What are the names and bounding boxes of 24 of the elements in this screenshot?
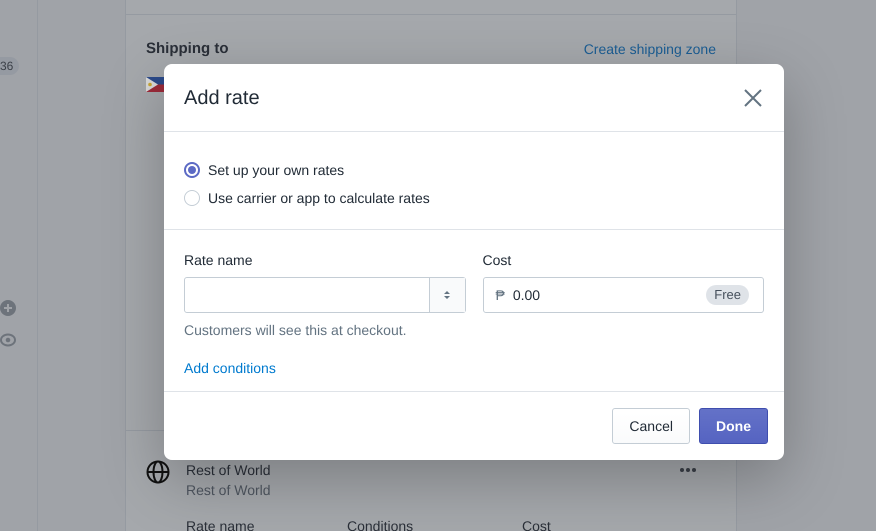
radio-option[interactable]: Set up your own rates — [184, 156, 764, 184]
close-icon[interactable] — [742, 86, 764, 108]
zone-subtitle: Rest of World — [186, 481, 272, 500]
cost-field[interactable]: ₱ 0.00 Free — [482, 277, 764, 313]
rate-name-field[interactable] — [184, 277, 466, 313]
field-label: Rate name — [184, 251, 254, 270]
sort-icon[interactable] — [443, 289, 451, 301]
section-title: Shipping to — [146, 39, 228, 59]
field-label: Cost — [482, 251, 512, 270]
more-icon[interactable] — [680, 468, 696, 472]
dialog-title: Add rate — [184, 86, 260, 110]
currency-symbol: ₱ — [496, 286, 505, 304]
free-tag: Free — [706, 285, 749, 305]
help-text: Customers will see this at checkout. — [184, 321, 408, 340]
column-header: Rate name — [186, 517, 256, 531]
column-header: Cost — [522, 517, 552, 531]
globe-icon — [146, 460, 170, 484]
zone-name: Rest of World — [186, 461, 272, 480]
done-button[interactable]: Done — [699, 408, 768, 444]
count-badge: 36 — [0, 57, 20, 75]
add-conditions-link[interactable]: Add conditions — [184, 358, 276, 379]
column-header: Conditions — [347, 517, 414, 531]
cancel-button[interactable]: Cancel — [612, 408, 690, 444]
radio-option[interactable]: Use carrier or app to calculate rates — [184, 184, 764, 212]
